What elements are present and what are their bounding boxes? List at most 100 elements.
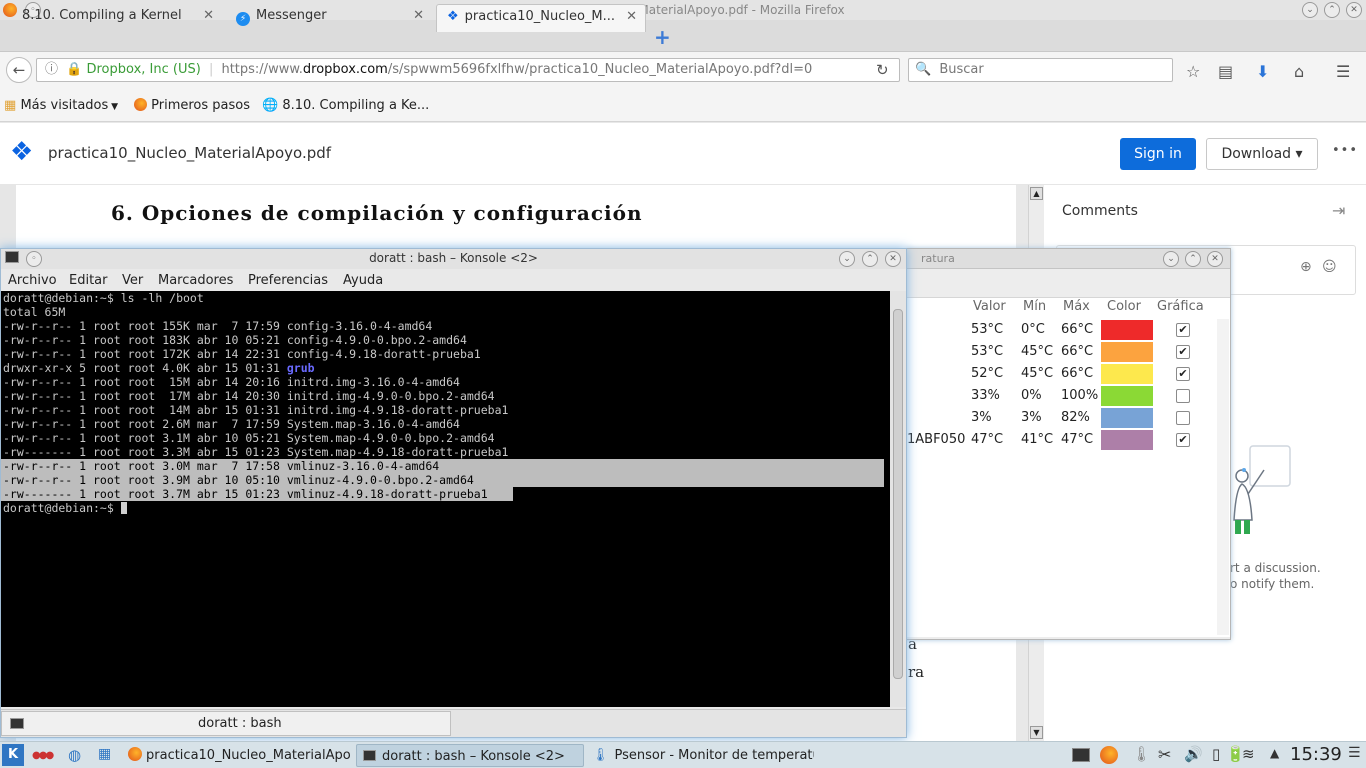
graph-checkbox[interactable] [1176,411,1190,425]
maximize-button[interactable]: ⌃ [1185,251,1201,267]
dropbox-icon: ❖ [447,9,459,24]
tab-practica10[interactable]: ❖ practica10_Nucleo_M... ✕ [436,4,646,32]
tray-expand-icon[interactable]: ▲ [1270,746,1279,760]
color-swatch[interactable] [1101,430,1153,450]
sign-in-button[interactable]: Sign in [1120,138,1196,170]
menu-ayuda[interactable]: Ayuda [343,271,383,291]
task-psensor[interactable]: 🌡 Psensor - Monitor de temperatu [592,744,814,767]
terminal-tray-icon[interactable] [1072,748,1090,762]
emoji-icon[interactable]: ☺ [1322,259,1337,275]
menu-editar[interactable]: Editar [69,271,108,291]
new-tab-icon[interactable]: + [654,25,671,49]
thermometer-tray-icon[interactable]: 🌡 [1132,745,1151,763]
kde-menu-icon[interactable]: K [2,744,24,766]
tab-label: practica10_Nucleo_M... [464,9,616,24]
column-header[interactable]: Mín [1023,299,1046,314]
task-firefox[interactable]: practica10_Nucleo_MaterialApo [128,744,352,767]
hamburger-menu-icon[interactable]: ☰ [1336,62,1350,81]
download-button[interactable]: Download ▾ [1206,138,1318,170]
lock-icon: 🔒 [66,62,83,77]
scroll-down-icon[interactable]: ▼ [1030,726,1043,739]
tab-close-icon[interactable]: ✕ [203,4,214,28]
dropbox-logo-icon[interactable]: ❖ [10,137,33,167]
panel-toolbox-icon[interactable]: ☰ [1348,745,1361,761]
column-header[interactable]: Color [1107,299,1141,314]
reading-list-icon[interactable]: ▤ [1218,62,1233,81]
task-label: practica10_Nucleo_MaterialApo [146,748,351,763]
terminal-output[interactable]: doratt@debian:~$ ls -lh /boot total 65M -r… [1,291,890,707]
search-input[interactable]: 🔍 Buscar [908,58,1173,82]
tab-close-icon[interactable]: ✕ [626,5,637,29]
minimize-button[interactable]: ⌄ [1302,2,1318,18]
home-icon[interactable]: ⌂ [1294,62,1304,81]
maximize-button[interactable]: ⌃ [862,251,878,267]
column-header[interactable]: Máx [1063,299,1090,314]
sensor-row[interactable]: 53°C 0°C 66°C ✔ [907,319,1217,341]
thermometer-icon: 🌡 [592,748,609,763]
graph-checkbox[interactable]: ✔ [1176,433,1190,447]
bookmark-most-visited[interactable]: ▦ Más visitados ▼ [4,90,118,123]
site-identity[interactable]: Dropbox, Inc (US) [86,62,200,77]
back-button[interactable]: ← [6,57,32,83]
close-button[interactable]: ✕ [885,251,901,267]
color-swatch[interactable] [1101,364,1153,384]
sensor-row[interactable]: 33% 0% 100% [907,385,1217,407]
menu-ver[interactable]: Ver [122,271,143,291]
scroll-up-icon[interactable]: ▲ [1030,187,1043,200]
minimize-button[interactable]: ⌄ [839,251,855,267]
info-icon[interactable]: ⓘ [45,62,58,77]
terminal-line: -rw------- 1 root root 3.3M abr 15 01:23… [3,445,509,459]
terminal-line: -rw-r--r-- 1 root root 172K abr 14 22:31… [3,347,481,361]
graph-checkbox[interactable]: ✔ [1176,345,1190,359]
color-swatch[interactable] [1101,320,1153,340]
column-header[interactable]: Valor [973,299,1006,314]
close-button[interactable]: ✕ [1207,251,1223,267]
tab-messenger[interactable]: ⚡ Messenger ✕ [226,4,432,32]
maximize-button[interactable]: ⌃ [1324,2,1340,18]
url-bar[interactable]: ⓘ 🔒 Dropbox, Inc (US) | https://www.drop… [36,58,900,82]
menu-archivo[interactable]: Archivo [8,271,57,291]
konsole-tab[interactable]: doratt : bash [1,711,451,736]
sensor-row[interactable]: 53°C 45°C 66°C ✔ [907,341,1217,363]
desktop-icon[interactable]: ▦ [98,746,111,762]
tab-close-icon[interactable]: ✕ [413,4,424,28]
firefox-tray-icon[interactable] [1100,746,1118,764]
scroll-thumb[interactable] [893,309,903,679]
sensor-row[interactable]: 52°C 45°C 66°C ✔ [907,363,1217,385]
volume-icon[interactable]: 🔊 [1184,745,1203,763]
clipboard-scissors-icon[interactable]: ✂ [1158,745,1171,764]
sensor-row[interactable]: 3% 3% 82% [907,407,1217,429]
column-header[interactable]: Gráfica [1157,299,1204,314]
downloads-icon[interactable]: ⬇ [1256,62,1269,81]
menu-preferencias[interactable]: Preferencias [248,271,328,291]
sensor-min: 0% [1021,388,1042,403]
color-swatch[interactable] [1101,386,1153,406]
tab-compiling-kernel[interactable]: 8.10. Compiling a Kernel ✕ [12,4,222,32]
psensor-window: ratura ⌄ ⌃ ✕ Valor Mín Máx Color Gráfica… [906,248,1231,640]
reload-icon[interactable]: ↻ [876,61,889,79]
table-scrollbar[interactable] [1217,319,1229,635]
color-swatch[interactable] [1101,342,1153,362]
network-globe-icon[interactable]: ◍ [68,746,81,764]
bookmark-compiling-kernel[interactable]: 🌐 8.10. Compiling a Ke... [262,90,429,122]
terminal-scrollbar[interactable] [890,291,906,707]
graph-checkbox[interactable]: ✔ [1176,367,1190,381]
graph-checkbox[interactable] [1176,389,1190,403]
clock[interactable]: 15:39 [1290,744,1342,765]
color-swatch[interactable] [1101,408,1153,428]
bookmark-star-icon[interactable]: ☆ [1186,62,1200,81]
close-button[interactable]: ✕ [1346,2,1362,18]
graph-checkbox[interactable]: ✔ [1176,323,1190,337]
activities-icon[interactable]: ●●● [32,750,54,761]
sensor-row[interactable]: 1ABF050 47°C 41°C 47°C ✔ [907,429,1217,451]
task-konsole[interactable]: doratt : bash – Konsole <2> [356,744,584,767]
more-options-icon[interactable]: ••• [1332,143,1358,158]
mention-icon[interactable]: ⊕ [1300,259,1312,275]
minimize-button[interactable]: ⌄ [1163,251,1179,267]
device-notifier-icon[interactable]: ▯ [1212,745,1220,763]
url-path: /s/spwwm5696fxlfhw/practica10_Nucleo_Mat… [387,62,813,77]
menu-marcadores[interactable]: Marcadores [158,271,233,291]
wifi-icon[interactable]: ≋ [1242,745,1255,763]
collapse-panel-icon[interactable]: ⇥ [1332,201,1345,220]
bookmark-getting-started[interactable]: Primeros pasos [134,90,250,122]
